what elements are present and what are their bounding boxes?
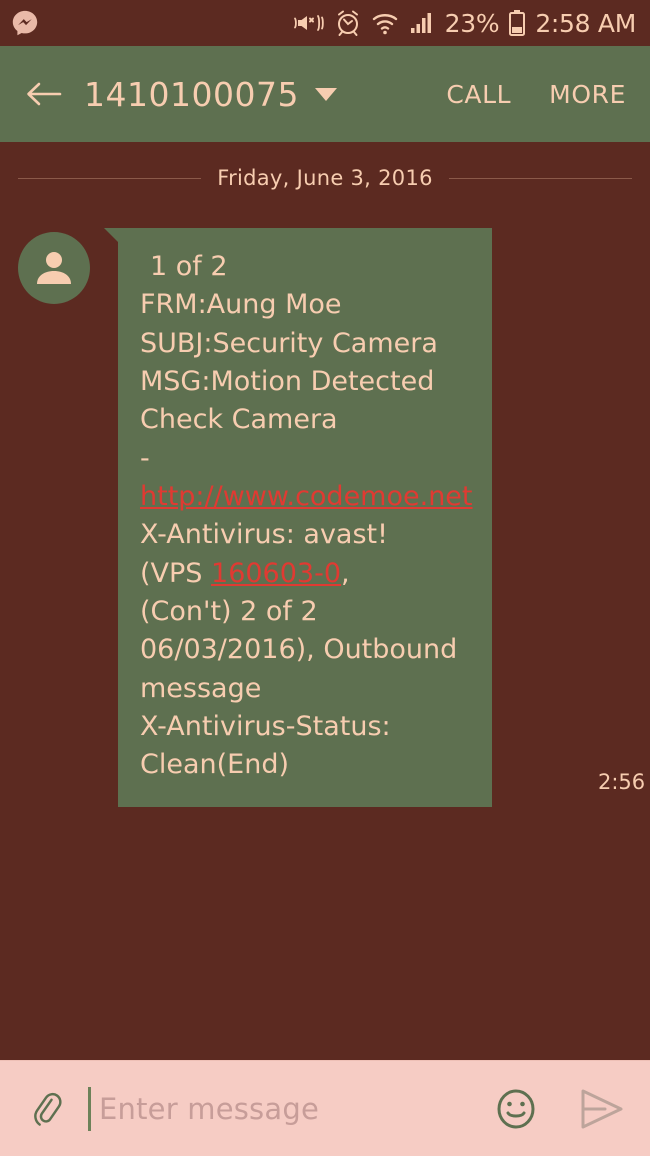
message-line-4: MSG:Motion Detected <box>140 365 435 397</box>
message-line-9: (Con't) 2 of 2 <box>140 595 318 627</box>
messenger-icon <box>12 10 38 36</box>
send-button[interactable] <box>576 1083 628 1135</box>
attach-button[interactable] <box>24 1086 70 1132</box>
back-arrow-icon <box>27 82 62 106</box>
avatar[interactable] <box>18 232 90 304</box>
conversation-header: 1410100075 CALL MORE <box>0 46 650 142</box>
message-input[interactable]: Enter message <box>99 1092 319 1126</box>
wifi-icon <box>372 14 397 35</box>
cellular-signal-icon <box>410 13 431 33</box>
input-actions <box>490 1083 628 1135</box>
message-bubble[interactable]: 1 of 2 FRM:Aung Moe SUBJ:Security Camera… <box>104 228 492 807</box>
more-button[interactable]: MORE <box>549 80 626 109</box>
message-text: 1 of 2 FRM:Aung Moe SUBJ:Security Camera… <box>140 248 474 785</box>
chevron-down-icon[interactable] <box>314 87 337 101</box>
alarm-clock-icon <box>337 10 358 36</box>
back-button[interactable] <box>22 72 66 116</box>
paperclip-icon <box>34 1092 62 1126</box>
date-divider: Friday, June 3, 2016 <box>0 142 650 190</box>
status-bar-notifications <box>10 8 40 38</box>
call-button[interactable]: CALL <box>446 80 511 109</box>
message-line-5: Check Camera <box>140 404 338 436</box>
header-actions: CALL MORE <box>446 80 626 109</box>
message-line-10: 06/03/2016), Outbound <box>140 634 458 666</box>
message-line-13: Clean(End) <box>140 749 290 781</box>
status-bar-clock: 2:58 AM <box>535 8 636 38</box>
message-line-6-prefix: - <box>140 442 159 474</box>
status-bar-indicators: 23% 2:58 AM <box>293 9 636 37</box>
message-line-7: X-Antivirus: avast! <box>140 519 388 551</box>
send-arrow-icon <box>581 1089 623 1128</box>
message-line-12: X-Antivirus-Status: <box>140 710 391 742</box>
message-link-url[interactable]: http://www.codemoe.net <box>140 481 473 512</box>
search-input-wrap[interactable]: Enter message <box>88 1081 474 1137</box>
messaging-app: 23% 2:58 AM 1410100075 CALL MORE Friday,… <box>0 0 650 1156</box>
date-label: Friday, June 3, 2016 <box>217 166 433 190</box>
divider-line-left <box>18 177 202 179</box>
message-link-vps[interactable]: 160603-0 <box>211 558 341 589</box>
text-cursor <box>88 1086 91 1131</box>
message-line-3: SUBJ:Security Camera <box>140 327 438 359</box>
smiley-icon <box>497 1089 535 1128</box>
message-line-8-prefix: (VPS <box>140 557 212 589</box>
page-title[interactable]: 1410100075 <box>84 75 299 114</box>
conversation-thread[interactable]: Friday, June 3, 2016 1 of 2 FRM:Aung Moe… <box>0 142 650 1060</box>
message-line-2: FRM:Aung Moe <box>140 289 342 321</box>
mute-vibrate-icon <box>293 15 324 31</box>
divider-line-right <box>448 177 632 179</box>
person-avatar-icon <box>37 252 71 284</box>
message-timestamp: 2:56 AM <box>598 770 650 794</box>
message-bubble-wrap: 1 of 2 FRM:Aung Moe SUBJ:Security Camera… <box>104 228 650 807</box>
status-bar: 23% 2:58 AM <box>0 0 650 46</box>
message-line-11: message <box>140 672 262 704</box>
message-input-bar: Enter message <box>0 1060 650 1156</box>
message-row: 1 of 2 FRM:Aung Moe SUBJ:Security Camera… <box>0 190 650 807</box>
battery-icon <box>509 10 526 36</box>
emoji-button[interactable] <box>490 1083 542 1135</box>
message-line-1: 1 of 2 <box>150 251 228 282</box>
battery-percent: 23% <box>444 8 500 38</box>
message-line-8-suffix: , <box>341 557 350 589</box>
